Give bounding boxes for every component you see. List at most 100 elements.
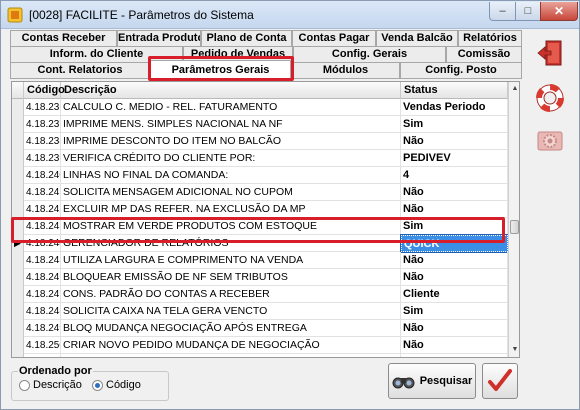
radio-codigo[interactable]: Código <box>92 379 141 391</box>
table-row[interactable]: 4.18.240LINHAS NO FINAL DA COMANDA:4 <box>12 167 508 184</box>
col-header-status[interactable]: Status <box>401 82 508 99</box>
cell-codigo[interactable]: 4.18.244 <box>24 235 61 252</box>
cell-codigo[interactable]: 4.18.239 <box>24 150 61 167</box>
cell-status[interactable]: Não <box>401 269 508 286</box>
row-pointer-icon: ▶ <box>12 235 24 252</box>
col-header-descricao[interactable]: Descrição <box>61 82 401 99</box>
cell-codigo[interactable]: 4.18.242 <box>24 201 61 218</box>
table-row[interactable]: 4.18.239VERIFICA CRÉDITO DO CLIENTE POR:… <box>12 150 508 167</box>
cell-codigo[interactable]: 4.18.245 <box>24 252 61 269</box>
cell-codigo[interactable]: 4.18.238 <box>24 133 61 150</box>
cell-status[interactable]: 4 <box>401 167 508 184</box>
window-title: [0028] FACILITE - Parâmetros do Sistema <box>29 8 254 22</box>
cell-status[interactable]: Vendas Periodo <box>401 99 508 116</box>
cell-status[interactable]: QUICK <box>400 234 509 253</box>
minimize-button[interactable]: – <box>489 2 516 21</box>
cell-descricao[interactable]: CONS. PADRÃO DO CONTAS A RECEBER <box>61 286 401 303</box>
cell-codigo[interactable]: 4.18.246 <box>24 269 61 286</box>
cell-status[interactable]: Sim <box>401 218 508 235</box>
tab-config-gerais[interactable]: Config. Gerais <box>293 46 446 62</box>
cell-descricao[interactable]: IMPRIME DESCONTO DO ITEM NO BALCÃO <box>61 133 401 150</box>
cell-status[interactable]: Não <box>401 337 508 354</box>
cell-descricao[interactable]: ATUALIZA ENDEREÇO DE ENTREGA NA VENDA <box>61 354 401 357</box>
cell-codigo[interactable]: 4.18.249 <box>24 320 61 337</box>
cell-codigo[interactable]: 4.18.243 <box>24 218 61 235</box>
radio-codigo-dot[interactable] <box>92 379 103 391</box>
settings-button[interactable] <box>530 122 570 160</box>
tab-plano-de-conta[interactable]: Plano de Conta <box>201 30 292 46</box>
table-row[interactable]: 4.18.249BLOQ MUDANÇA NEGOCIAÇÃO APÓS ENT… <box>12 320 508 337</box>
cell-descricao[interactable]: EXCLUIR MP DAS REFER. NA EXCLUSÃO DA MP <box>61 201 401 218</box>
help-button[interactable] <box>530 79 570 117</box>
scroll-up-icon[interactable]: ▲ <box>509 83 519 95</box>
table-row[interactable]: 4.18.241SOLICITA MENSAGEM ADICIONAL NO C… <box>12 184 508 201</box>
table-row[interactable]: ▶4.18.244GERENCIADOR DE RELATÓRIOSQUICK <box>12 234 509 253</box>
tab-venda-balcao[interactable]: Venda Balcão <box>376 30 458 46</box>
cell-descricao[interactable]: LINHAS NO FINAL DA COMANDA: <box>61 167 401 184</box>
cell-status[interactable]: Não <box>401 201 508 218</box>
scroll-thumb[interactable] <box>510 220 519 234</box>
scroll-down-icon[interactable]: ▼ <box>509 344 519 356</box>
cell-codigo[interactable]: 4.18.251 <box>24 354 61 357</box>
cell-descricao[interactable]: GERENCIADOR DE RELATÓRIOS <box>61 235 401 252</box>
radio-descricao[interactable]: Descrição <box>19 379 82 391</box>
cell-status[interactable]: PEDIVEV <box>401 150 508 167</box>
cell-status[interactable]: Cliente <box>401 286 508 303</box>
table-row[interactable]: 4.18.247CONS. PADRÃO DO CONTAS A RECEBER… <box>12 286 508 303</box>
cell-descricao[interactable]: VERIFICA CRÉDITO DO CLIENTE POR: <box>61 150 401 167</box>
col-header-codigo[interactable]: Código <box>24 82 65 99</box>
tab-contas-receber[interactable]: Contas Receber <box>10 30 117 46</box>
cell-codigo[interactable]: 4.18.248 <box>24 303 61 320</box>
cell-descricao[interactable]: BLOQUEAR EMISSÃO DE NF SEM TRIBUTOS <box>61 269 401 286</box>
close-button[interactable]: ✕ <box>540 2 578 21</box>
table-row[interactable]: 4.18.238IMPRIME DESCONTO DO ITEM NO BALC… <box>12 133 508 150</box>
row-indicator <box>12 252 24 269</box>
table-row[interactable]: 4.18.243MOSTRAR EM VERDE PRODUTOS COM ES… <box>12 218 508 235</box>
tab-modulos[interactable]: Módulos <box>291 62 400 78</box>
table-row[interactable]: 4.18.246BLOQUEAR EMISSÃO DE NF SEM TRIBU… <box>12 269 508 286</box>
cell-status[interactable]: Não <box>401 320 508 337</box>
cell-descricao[interactable]: UTILIZA LARGURA E COMPRIMENTO NA VENDA <box>61 252 401 269</box>
cell-codigo[interactable]: 4.18.240 <box>24 167 61 184</box>
checkmark-icon <box>488 369 512 391</box>
cell-codigo[interactable]: 4.18.250 <box>24 337 61 354</box>
cell-status[interactable]: Não <box>401 184 508 201</box>
cell-descricao[interactable]: CALCULO C. MEDIO - REL. FATURAMENTO <box>61 99 401 116</box>
tab-relatorios[interactable]: Relatórios <box>458 30 522 46</box>
table-row[interactable]: 4.18.236CALCULO C. MEDIO - REL. FATURAME… <box>12 99 508 116</box>
cell-status[interactable]: Não <box>401 354 508 357</box>
table-row[interactable]: 4.18.248SOLICITA CAIXA NA TELA GERA VENC… <box>12 303 508 320</box>
cell-descricao[interactable]: IMPRIME MENS. SIMPLES NACIONAL NA NF <box>61 116 401 133</box>
tab-parametros-gerais[interactable]: Parâmetros Gerais <box>150 60 291 79</box>
grid-scrollbar[interactable]: ▲ ▼ <box>508 82 519 357</box>
parameters-grid[interactable]: Código Descrição Status 4.18.236CALCULO … <box>11 81 520 358</box>
cell-status[interactable]: Sim <box>401 116 508 133</box>
exit-button[interactable] <box>530 34 570 72</box>
table-row[interactable]: 4.18.245UTILIZA LARGURA E COMPRIMENTO NA… <box>12 252 508 269</box>
tab-config-posto[interactable]: Config. Posto <box>400 62 522 78</box>
search-button[interactable]: Pesquisar <box>388 363 476 399</box>
table-row[interactable]: 4.18.251ATUALIZA ENDEREÇO DE ENTREGA NA … <box>12 354 508 357</box>
cell-descricao[interactable]: SOLICITA CAIXA NA TELA GERA VENCTO <box>61 303 401 320</box>
cell-descricao[interactable]: CRIAR NOVO PEDIDO MUDANÇA DE NEGOCIAÇÃO <box>61 337 401 354</box>
cell-codigo[interactable]: 4.18.247 <box>24 286 61 303</box>
tab-comissao[interactable]: Comissão <box>446 46 522 62</box>
tab-entrada-produtos[interactable]: Entrada Produtos <box>117 30 201 46</box>
radio-descricao-dot[interactable] <box>19 379 30 391</box>
cell-status[interactable]: Não <box>401 252 508 269</box>
maximize-button[interactable]: □ <box>515 2 541 21</box>
cell-codigo[interactable]: 4.18.241 <box>24 184 61 201</box>
cell-status[interactable]: Sim <box>401 303 508 320</box>
confirm-button[interactable] <box>482 363 518 399</box>
table-row[interactable]: 4.18.242EXCLUIR MP DAS REFER. NA EXCLUSÃ… <box>12 201 508 218</box>
cell-descricao[interactable]: BLOQ MUDANÇA NEGOCIAÇÃO APÓS ENTREGA <box>61 320 401 337</box>
tab-cont-relatorios[interactable]: Cont. Relatorios <box>10 62 150 78</box>
cell-status[interactable]: Não <box>401 133 508 150</box>
tab-contas-pagar[interactable]: Contas Pagar <box>292 30 376 46</box>
cell-codigo[interactable]: 4.18.237 <box>24 116 61 133</box>
table-row[interactable]: 4.18.250CRIAR NOVO PEDIDO MUDANÇA DE NEG… <box>12 337 508 354</box>
cell-codigo[interactable]: 4.18.236 <box>24 99 61 116</box>
cell-descricao[interactable]: MOSTRAR EM VERDE PRODUTOS COM ESTOQUE <box>61 218 401 235</box>
cell-descricao[interactable]: SOLICITA MENSAGEM ADICIONAL NO CUPOM <box>61 184 401 201</box>
table-row[interactable]: 4.18.237IMPRIME MENS. SIMPLES NACIONAL N… <box>12 116 508 133</box>
